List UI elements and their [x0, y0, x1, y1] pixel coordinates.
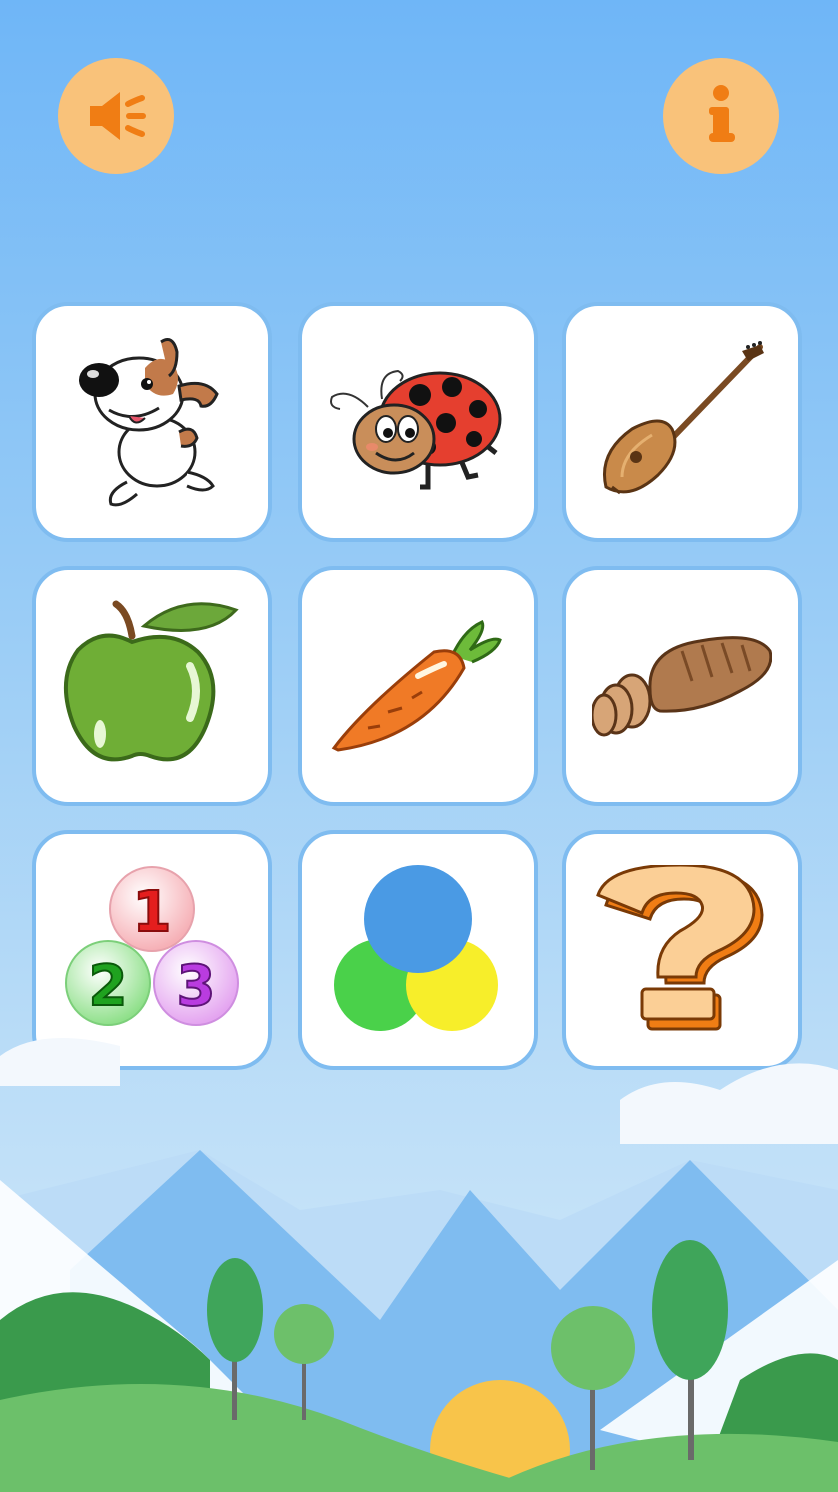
numbers-icon: 1 2 3 — [65, 866, 239, 1026]
number-two-label: 2 — [89, 954, 128, 1019]
number-one-label: 1 — [133, 880, 172, 945]
dombra-icon — [603, 341, 764, 495]
info-icon — [709, 85, 735, 142]
question-mark-icon — [596, 865, 764, 1031]
category-card-instruments[interactable] — [562, 302, 802, 542]
category-card-food[interactable] — [562, 566, 802, 806]
sound-button[interactable] — [58, 58, 174, 174]
landscape-illustration — [0, 1038, 838, 1492]
dog-icon — [79, 338, 219, 507]
category-card-fruits[interactable] — [32, 566, 272, 806]
number-three-label: 3 — [177, 954, 216, 1019]
colors-icon — [334, 865, 498, 1031]
info-button[interactable] — [663, 58, 779, 174]
carrot-icon — [331, 620, 502, 752]
category-card-animals[interactable] — [32, 302, 272, 542]
category-grid: 1 2 3 — [32, 302, 806, 1074]
category-card-insects[interactable] — [298, 302, 538, 542]
speaker-icon — [90, 92, 146, 140]
category-card-vegetables[interactable] — [298, 566, 538, 806]
ladybug-icon — [330, 369, 502, 490]
apple-icon — [64, 600, 239, 762]
bread-icon — [592, 636, 772, 737]
